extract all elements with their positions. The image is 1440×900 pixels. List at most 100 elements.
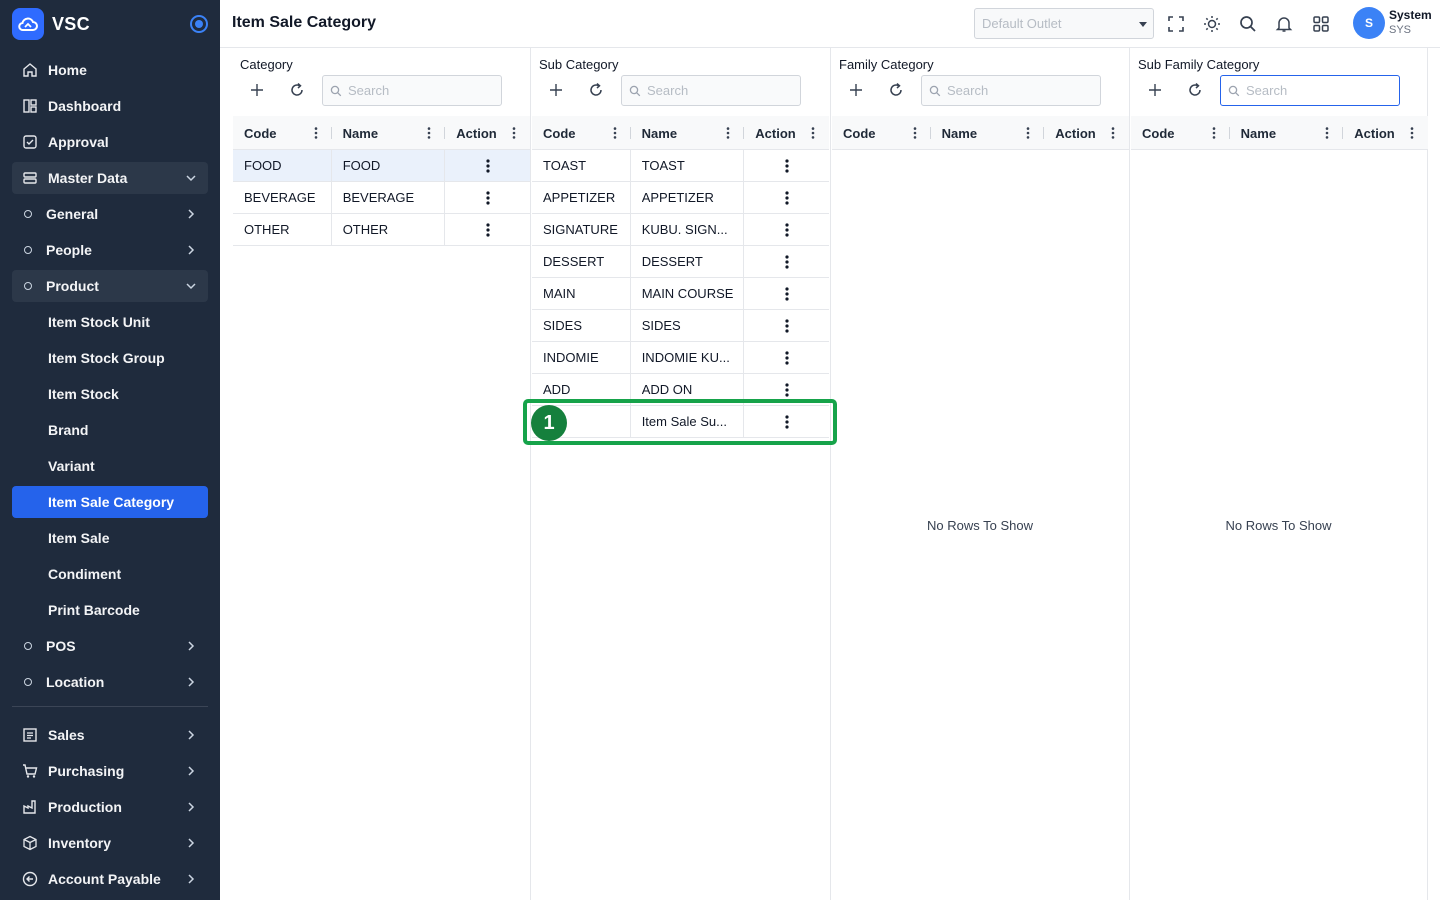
more-vertical-icon[interactable] [777,284,797,304]
name-cell[interactable]: MAIN COURSE [631,278,745,309]
sidebar-item-approval[interactable]: Approval [12,126,208,158]
column-menu-icon[interactable] [1026,127,1030,139]
column-menu-icon[interactable] [613,127,617,139]
column-header-name[interactable]: Name [631,116,745,150]
add-icon[interactable] [1144,79,1166,101]
column-menu-icon[interactable] [512,127,516,139]
sidebar-item-purchasing[interactable]: Purchasing [12,755,208,787]
column-header-code[interactable]: Code [1131,116,1230,150]
code-cell[interactable]: SIDES [532,310,631,341]
sidebar-item-pos[interactable]: POS [12,630,208,662]
more-vertical-icon[interactable] [777,348,797,368]
column-header-action[interactable]: Action [1044,116,1129,150]
sidebar-item-item-stock[interactable]: Item Stock [12,378,208,410]
sidebar-item-people[interactable]: People [12,234,208,266]
more-vertical-icon[interactable] [478,156,498,176]
table-row[interactable]: TOAST TOAST [532,150,829,182]
more-vertical-icon[interactable] [777,316,797,336]
add-icon[interactable] [845,79,867,101]
column-menu-icon[interactable] [1212,127,1216,139]
table-row[interactable]: BEVERAGE BEVERAGE [233,182,530,214]
sub-family-category-search[interactable] [1220,75,1400,106]
apps-grid-icon[interactable] [1309,12,1333,36]
code-cell[interactable]: FOOD [233,150,332,181]
column-header-name[interactable]: Name [1230,116,1344,150]
fullscreen-icon[interactable] [1164,12,1188,36]
avatar[interactable]: S [1353,7,1385,39]
table-row[interactable]: SIGNATURE KUBU. SIGN... [532,214,829,246]
sun-icon[interactable] [1200,12,1224,36]
sidebar-item-item-stock-unit[interactable]: Item Stock Unit [12,306,208,338]
sidebar-item-item-sale[interactable]: Item Sale [12,522,208,554]
column-header-action[interactable]: Action [445,116,530,150]
sidebar-item-print-barcode[interactable]: Print Barcode [12,594,208,626]
search-input[interactable] [647,83,787,98]
name-cell[interactable]: KUBU. SIGN... [631,214,745,245]
name-cell[interactable]: DESSERT [631,246,745,277]
sidebar-item-product[interactable]: Product [12,270,208,302]
category-search[interactable] [322,75,502,106]
family-category-search[interactable] [921,75,1101,106]
sidebar-item-item-stock-group[interactable]: Item Stock Group [12,342,208,374]
outlet-select[interactable]: Default Outlet [974,8,1154,39]
name-cell[interactable]: SIDES [631,310,745,341]
bell-icon[interactable] [1272,12,1296,36]
column-menu-icon[interactable] [1325,127,1329,139]
sidebar-item-account-payable[interactable]: Account Payable [12,863,208,895]
column-menu-icon[interactable] [1111,127,1115,139]
sidebar-item-dashboard[interactable]: Dashboard [12,90,208,122]
sidebar-item-general[interactable]: General [12,198,208,230]
column-header-code[interactable]: Code [233,116,332,150]
code-cell[interactable]: SIGNATURE [532,214,631,245]
name-cell[interactable]: INDOMIE KU... [631,342,745,373]
more-vertical-icon[interactable] [777,380,797,400]
code-cell[interactable]: INDOMIE [532,342,631,373]
column-header-action[interactable]: Action [1343,116,1428,150]
code-cell[interactable]: TOAST [532,150,631,181]
search-input[interactable] [1246,83,1386,98]
table-row[interactable]: DESSERT DESSERT [532,246,829,278]
table-row[interactable]: SIDES SIDES [532,310,829,342]
refresh-icon[interactable] [885,79,907,101]
add-icon[interactable] [246,79,268,101]
refresh-icon[interactable] [1184,79,1206,101]
table-row[interactable]: OTHER OTHER [233,214,530,246]
more-vertical-icon[interactable] [777,188,797,208]
refresh-icon[interactable] [585,79,607,101]
column-header-name[interactable]: Name [931,116,1045,150]
search-input[interactable] [947,83,1087,98]
search-icon[interactable] [1236,12,1260,36]
sidebar-item-home[interactable]: Home [12,54,208,86]
code-cell[interactable]: MAIN [532,278,631,309]
column-menu-icon[interactable] [1410,127,1414,139]
column-menu-icon[interactable] [811,127,815,139]
sidebar-item-item-sale-category[interactable]: Item Sale Category [12,486,208,518]
sidebar-item-condiment[interactable]: Condiment [12,558,208,590]
name-cell[interactable]: TOAST [631,150,745,181]
code-cell[interactable]: APPETIZER [532,182,631,213]
name-cell[interactable]: FOOD [332,150,446,181]
refresh-icon[interactable] [286,79,308,101]
sidebar-item-production[interactable]: Production [12,791,208,823]
add-icon[interactable] [545,79,567,101]
column-menu-icon[interactable] [913,127,917,139]
table-row[interactable]: FOOD FOOD [233,150,530,182]
more-vertical-icon[interactable] [478,220,498,240]
sidebar-item-location[interactable]: Location [12,666,208,698]
name-cell[interactable]: BEVERAGE [332,182,446,213]
sidebar-item-variant[interactable]: Variant [12,450,208,482]
sidebar-item-master-data[interactable]: Master Data [12,162,208,194]
sidebar-item-brand[interactable]: Brand [12,414,208,446]
table-row[interactable]: INDOMIE INDOMIE KU... [532,342,829,374]
column-header-name[interactable]: Name [332,116,446,150]
code-cell[interactable]: BEVERAGE [233,182,332,213]
column-header-action[interactable]: Action [744,116,829,150]
column-menu-icon[interactable] [314,127,318,139]
more-vertical-icon[interactable] [777,220,797,240]
more-vertical-icon[interactable] [777,156,797,176]
code-cell[interactable]: OTHER [233,214,332,245]
more-vertical-icon[interactable] [478,188,498,208]
sidebar-item-sales[interactable]: Sales [12,719,208,751]
name-cell[interactable]: APPETIZER [631,182,745,213]
search-input[interactable] [348,83,488,98]
